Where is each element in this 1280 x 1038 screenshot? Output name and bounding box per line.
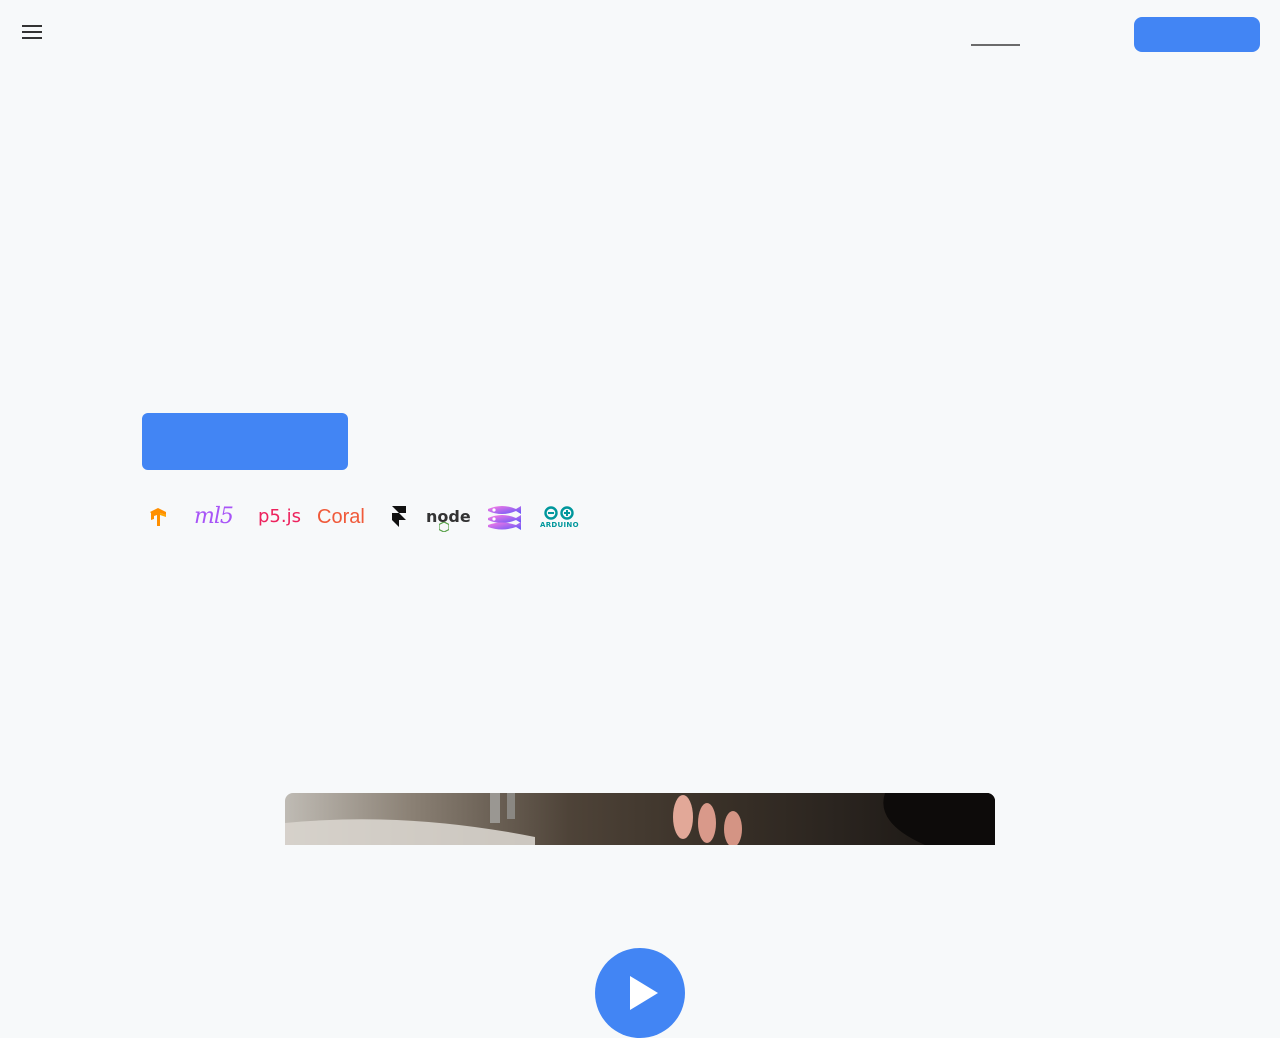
header-cta-button[interactable] (1134, 17, 1260, 52)
arduino-logo[interactable]: ARDUINO (540, 500, 579, 534)
nodejs-logo[interactable]: node (426, 500, 471, 534)
nav-active-indicator (971, 44, 1020, 46)
glitch-logo[interactable] (486, 500, 522, 534)
framer-icon (392, 506, 406, 527)
ml5-logo-text: ml5 (194, 504, 234, 529)
tensorflow-logo[interactable] (147, 500, 169, 534)
coral-logo[interactable]: Coral (317, 500, 365, 534)
video-play-button[interactable] (595, 948, 685, 1038)
ml5-logo[interactable]: ml5 (194, 500, 234, 534)
video-thumbnail-image (285, 793, 995, 845)
glitch-fish-icon (488, 506, 521, 530)
nodejs-hex-icon (439, 522, 449, 532)
tensorflow-icon (150, 508, 166, 526)
arduino-logo-text: ARDUINO (540, 520, 579, 529)
coral-logo-text: Coral (317, 506, 365, 528)
video-preview[interactable] (285, 793, 995, 845)
arduino-infinity-icon (544, 505, 575, 520)
p5js-logo-text: p5.js (258, 506, 301, 527)
play-icon (630, 976, 658, 1010)
framer-logo[interactable] (392, 500, 406, 534)
menu-button[interactable] (14, 14, 50, 50)
hamburger-menu-icon (22, 25, 42, 39)
p5js-logo[interactable]: p5.js (258, 500, 301, 534)
hero-cta-button[interactable] (142, 413, 348, 470)
